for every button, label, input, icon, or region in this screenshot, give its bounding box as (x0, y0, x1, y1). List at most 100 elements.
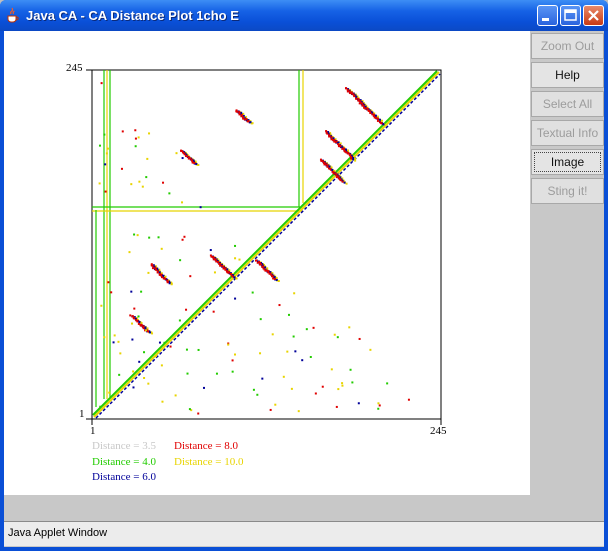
contact-point (121, 130, 124, 133)
contact-point (234, 353, 237, 356)
sting-it-button[interactable]: Sting it! (531, 178, 604, 204)
contact-point (407, 398, 410, 401)
contact-point (164, 277, 167, 280)
contact-point (312, 326, 315, 329)
contact-point (329, 167, 332, 170)
contact-point (151, 264, 154, 267)
contact-point (175, 152, 178, 155)
contact-point (219, 262, 222, 265)
contact-point (321, 385, 324, 388)
x-axis-min-label: 1 (90, 425, 96, 437)
y-axis-max-label: 245 (66, 62, 83, 74)
contact-point (297, 410, 300, 413)
contact-point (242, 117, 245, 120)
ca-distance-plot[interactable] (4, 31, 530, 495)
image-button[interactable]: Image (531, 149, 604, 175)
contact-point (362, 104, 365, 107)
contact-point (158, 341, 161, 344)
contact-point (131, 338, 134, 341)
contact-point (183, 235, 186, 238)
contact-point (108, 391, 111, 394)
contact-point (166, 281, 169, 284)
zoom-out-button[interactable]: Zoom Out (531, 33, 604, 59)
contact-point (256, 393, 259, 396)
contact-point (147, 330, 150, 333)
contact-point (130, 290, 133, 293)
contact-point (105, 152, 108, 155)
contact-point (293, 292, 296, 295)
contact-point (140, 323, 143, 326)
title-bar[interactable]: Java CA - CA Distance Plot 1cho E (0, 0, 608, 31)
select-all-button[interactable]: Select All (531, 91, 604, 117)
close-button[interactable] (583, 5, 604, 26)
contact-point (361, 102, 364, 105)
contact-point (143, 351, 146, 354)
contact-point (227, 271, 230, 274)
contact-point (323, 163, 326, 166)
contact-point (215, 372, 218, 375)
contact-point (278, 304, 281, 307)
contact-point (227, 343, 230, 346)
contact-point (343, 181, 346, 184)
contact-point (348, 326, 351, 329)
contact-point (213, 271, 216, 274)
contact-point (339, 179, 342, 182)
contact-point (234, 257, 237, 260)
contact-point (146, 157, 149, 160)
contact-point (100, 82, 103, 85)
contact-point (341, 180, 344, 183)
contact-point (181, 157, 184, 160)
contact-point (219, 264, 222, 267)
contact-point (181, 238, 184, 241)
status-text: Java Applet Window (8, 527, 108, 539)
legend-distance-3-5: Distance = 3.5 (92, 440, 156, 452)
contact-point (259, 318, 262, 321)
contact-point (154, 355, 157, 358)
contact-point (235, 277, 238, 280)
contact-point (234, 297, 237, 300)
contact-point (236, 110, 239, 113)
contact-point (378, 404, 381, 407)
contact-point (148, 236, 151, 239)
contact-point (301, 359, 304, 362)
contact-point (349, 368, 352, 371)
contact-point (380, 122, 383, 125)
contact-point (378, 118, 381, 121)
contact-point (118, 373, 121, 376)
contact-point (271, 333, 274, 336)
contact-point (277, 280, 280, 283)
contact-point (160, 247, 163, 250)
distance-plot-panel[interactable]: 245 1 1 245 Distance = 3.5 Distance = 8.… (4, 31, 530, 495)
contact-point (188, 408, 191, 411)
minimize-button[interactable] (537, 5, 558, 26)
maximize-button[interactable] (560, 5, 581, 26)
contact-point (269, 408, 272, 411)
contact-point (336, 336, 339, 339)
contact-point (337, 175, 340, 178)
contact-point (185, 348, 188, 351)
contact-point (212, 310, 215, 313)
contact-point (355, 97, 358, 100)
textual-info-button[interactable]: Textual Info (531, 120, 604, 146)
contact-point (251, 122, 254, 125)
contact-point (330, 368, 333, 371)
contact-point (292, 335, 295, 338)
contact-point (128, 251, 131, 254)
contact-point (197, 412, 200, 415)
contact-point (131, 322, 134, 325)
contact-point (183, 153, 186, 156)
contact-point (134, 137, 137, 140)
contact-point (141, 185, 144, 188)
contact-point (112, 341, 115, 344)
contact-point (195, 162, 198, 165)
contact-point (346, 90, 349, 93)
contact-point (330, 136, 333, 139)
contact-point (159, 274, 162, 277)
contact-point (314, 392, 317, 395)
help-button[interactable]: Help (531, 62, 604, 88)
contact-point (326, 132, 329, 135)
contact-point (231, 370, 234, 373)
contact-point (143, 376, 146, 379)
contact-point (178, 319, 181, 322)
contact-point (346, 152, 349, 155)
